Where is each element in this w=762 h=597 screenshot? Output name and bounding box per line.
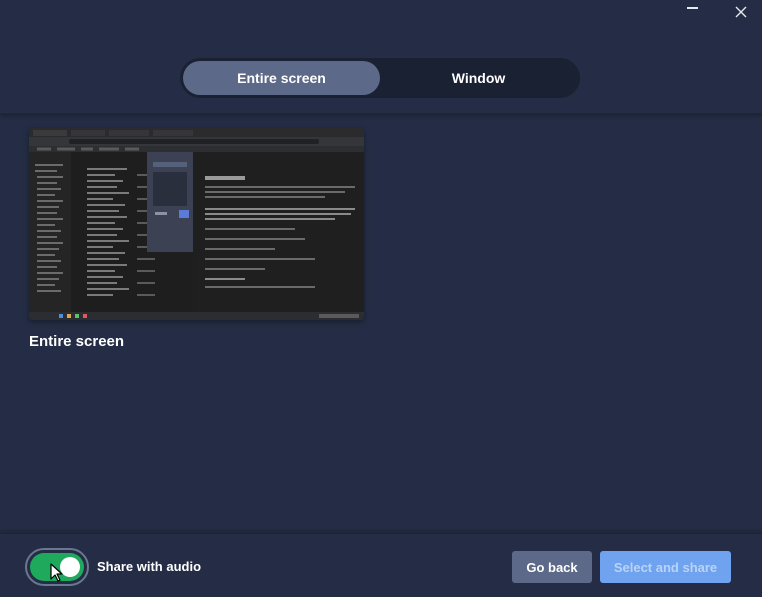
go-back-button[interactable]: Go back	[512, 551, 592, 583]
screen-preview-image	[29, 128, 364, 320]
minimize-icon	[686, 7, 698, 9]
screen-thumbnail[interactable]	[29, 128, 364, 320]
select-and-share-button[interactable]: Select and share	[600, 551, 731, 583]
tab-entire-screen[interactable]: Entire screen	[183, 61, 380, 95]
tab-window[interactable]: Window	[380, 61, 577, 95]
mouse-cursor-icon	[50, 563, 63, 582]
source-label: Entire screen	[29, 333, 125, 350]
close-icon	[735, 6, 747, 18]
close-button[interactable]	[718, 0, 762, 26]
minimize-button[interactable]	[669, 0, 715, 26]
share-audio-label: Share with audio	[97, 559, 202, 574]
source-type-switch: Entire screen Window	[180, 58, 580, 98]
footer-bar: Share with audio Go back Select and shar…	[0, 533, 762, 597]
